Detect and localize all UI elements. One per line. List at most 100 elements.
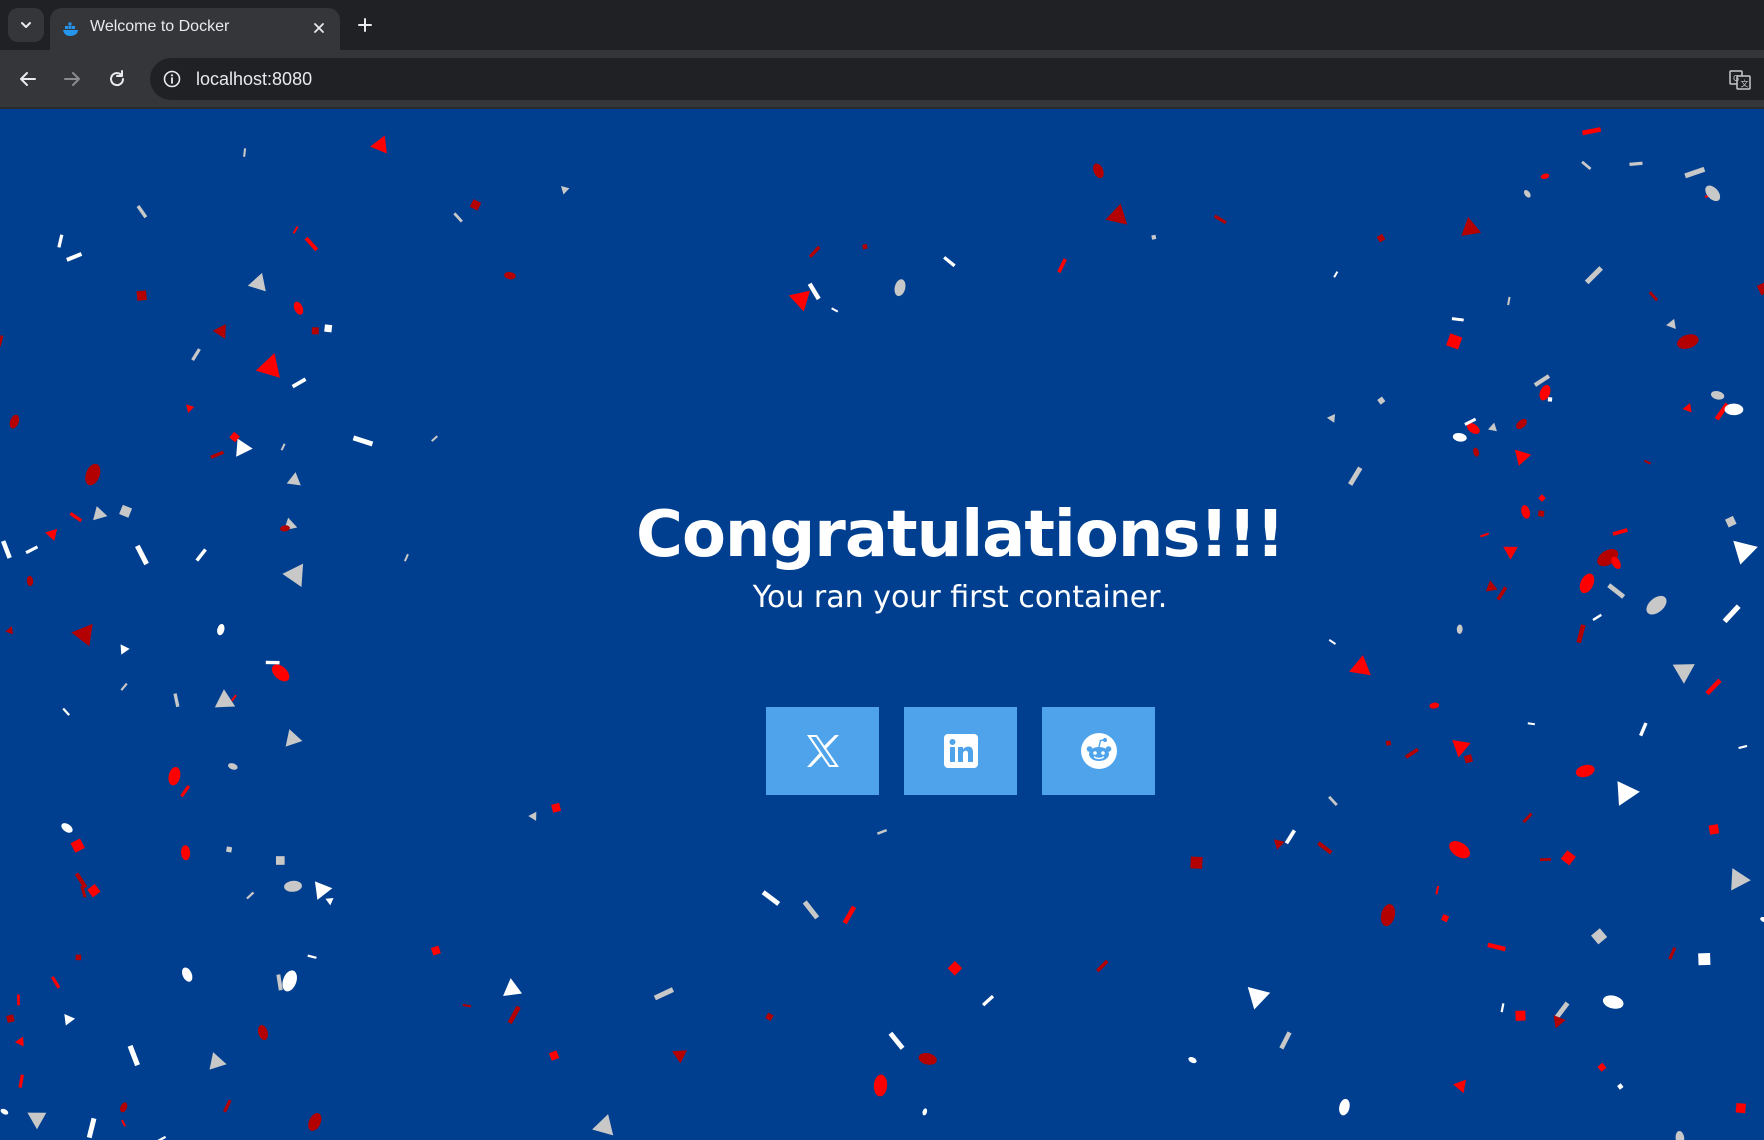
confetti-piece xyxy=(1738,744,1748,750)
confetti-piece xyxy=(431,435,438,442)
arrow-right-icon xyxy=(64,72,80,86)
confetti-piece xyxy=(1592,613,1602,622)
confetti-piece xyxy=(1348,466,1363,486)
info-icon xyxy=(163,70,181,88)
new-tab-button[interactable] xyxy=(352,12,378,38)
confetti-piece xyxy=(265,660,280,665)
confetti-piece xyxy=(1333,271,1339,278)
share-x-button[interactable] xyxy=(766,707,879,795)
confetti-piece xyxy=(462,1003,472,1008)
confetti-piece xyxy=(308,1113,322,1131)
confetti-piece xyxy=(1575,764,1595,778)
confetti-piece xyxy=(120,682,128,691)
confetti-piece xyxy=(528,811,537,821)
back-button[interactable] xyxy=(14,65,42,93)
confetti-piece xyxy=(1672,664,1695,684)
confetti-piece xyxy=(292,226,299,234)
confetti-piece xyxy=(1617,1083,1624,1090)
confetti-piece xyxy=(1326,413,1336,423)
confetti-piece xyxy=(831,307,839,313)
confetti-piece xyxy=(922,1108,928,1116)
close-tab-button[interactable] xyxy=(310,19,328,37)
page-subtitle: You ran your first container. xyxy=(752,579,1168,615)
confetti-piece xyxy=(1449,841,1471,859)
confetti-piece xyxy=(1644,459,1652,465)
confetti-piece xyxy=(1515,1010,1526,1021)
confetti-piece xyxy=(168,766,181,786)
confetti-piece xyxy=(1547,397,1553,402)
confetti-piece xyxy=(1527,722,1535,726)
confetti-piece xyxy=(1584,266,1603,285)
confetti-piece xyxy=(1639,722,1648,737)
confetti-piece xyxy=(1284,829,1297,845)
confetti-piece xyxy=(352,435,374,447)
arrow-left-icon xyxy=(20,72,36,86)
confetti-piece xyxy=(1057,258,1067,273)
confetti-piece xyxy=(507,1005,521,1025)
confetti-piece xyxy=(561,186,570,195)
linkedin-icon xyxy=(943,734,978,768)
confetti-piece xyxy=(247,272,266,292)
confetti-piece xyxy=(1500,1003,1505,1013)
confetti-piece xyxy=(873,1074,888,1097)
confetti-piece xyxy=(469,199,482,211)
confetti-piece xyxy=(430,945,441,956)
tab-search-button[interactable] xyxy=(8,8,44,42)
confetti-piece xyxy=(1451,317,1464,322)
confetti-piece xyxy=(1731,868,1751,891)
confetti-piece xyxy=(1453,1079,1466,1094)
share-reddit-button[interactable] xyxy=(1042,707,1155,795)
confetti-piece xyxy=(1684,166,1706,179)
confetti-piece xyxy=(653,987,674,1001)
confetti-piece xyxy=(592,1114,614,1136)
confetti-piece xyxy=(1668,946,1677,960)
confetti-piece xyxy=(1105,203,1128,225)
chevron-down-icon xyxy=(21,22,31,28)
confetti-piece xyxy=(182,967,193,982)
forward-button[interactable] xyxy=(58,65,86,93)
confetti-piece xyxy=(243,148,247,157)
confetti-piece xyxy=(503,978,523,996)
tab-active[interactable]: Welcome to Docker xyxy=(50,8,340,50)
confetti-piece xyxy=(57,234,64,248)
confetti-piece xyxy=(127,1044,140,1067)
confetti-piece xyxy=(173,693,180,708)
confetti-piece xyxy=(1705,185,1721,202)
svg-text:G: G xyxy=(1733,74,1739,83)
confetti-piece xyxy=(1273,839,1285,850)
confetti-piece xyxy=(1435,885,1440,895)
confetti-piece xyxy=(453,212,463,223)
confetti-piece xyxy=(9,414,20,429)
confetti-piece xyxy=(504,272,516,280)
translate-button[interactable]: G 文 xyxy=(1728,68,1752,92)
confetti-piece xyxy=(1581,127,1602,136)
confetti-piece xyxy=(314,881,333,900)
confetti-piece xyxy=(370,135,387,154)
confetti-piece xyxy=(1523,190,1531,198)
site-info-button[interactable] xyxy=(162,69,182,89)
confetti-piece xyxy=(61,823,73,833)
page-title: Congratulations!!! xyxy=(635,498,1285,572)
share-linkedin-button[interactable] xyxy=(904,707,1017,795)
confetti-piece xyxy=(918,1053,937,1065)
address-bar[interactable]: localhost:8080 G 文 xyxy=(150,58,1764,100)
confetti-piece xyxy=(1507,296,1511,306)
confetti-piece xyxy=(136,290,147,301)
confetti-piece xyxy=(180,785,191,798)
confetti-piece xyxy=(1590,928,1608,945)
confetti-piece xyxy=(1487,942,1506,952)
confetti-piece xyxy=(1446,333,1463,350)
reload-button[interactable] xyxy=(103,65,131,93)
browser-toolbar: localhost:8080 G 文 xyxy=(0,50,1764,108)
confetti-piece xyxy=(1735,1102,1746,1114)
confetti-piece xyxy=(286,472,301,486)
confetti-piece xyxy=(0,335,4,347)
url-text[interactable]: localhost:8080 xyxy=(196,69,312,90)
confetti-piece xyxy=(1514,449,1532,466)
svg-text:文: 文 xyxy=(1741,79,1749,89)
confetti-piece xyxy=(947,961,963,976)
confetti-piece xyxy=(1576,624,1586,644)
confetti-piece xyxy=(5,626,14,635)
confetti-piece xyxy=(226,846,233,853)
confetti-piece xyxy=(894,279,906,297)
